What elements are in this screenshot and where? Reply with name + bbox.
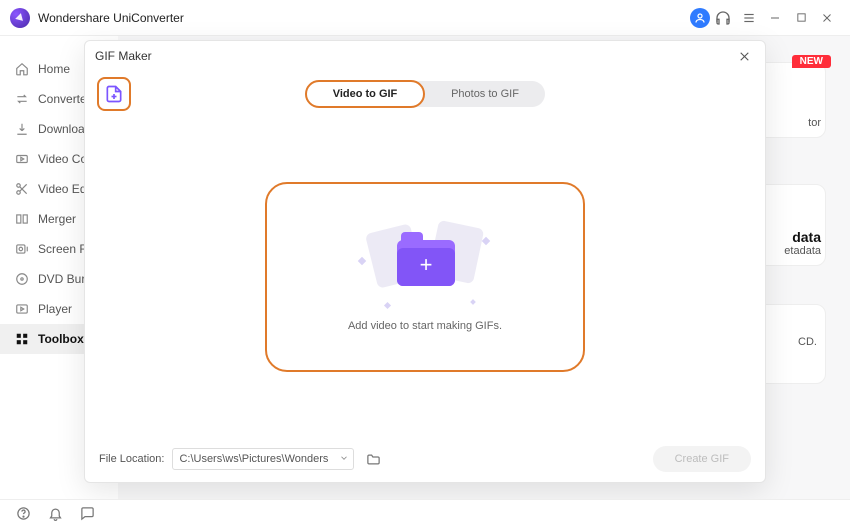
app-name: Wondershare UniConverter	[38, 11, 184, 25]
feedback-icon[interactable]	[78, 505, 96, 523]
sidebar-item-label: Player	[38, 302, 72, 316]
menu-icon[interactable]	[736, 5, 762, 31]
support-icon[interactable]	[710, 5, 736, 31]
chevron-down-icon	[339, 453, 349, 466]
browse-folder-button[interactable]	[362, 448, 384, 470]
background-card[interactable]: CD.	[756, 304, 826, 384]
add-file-button[interactable]	[97, 77, 131, 111]
notification-icon[interactable]	[46, 505, 64, 523]
file-location-value: C:\Users\ws\Pictures\Wonders	[179, 453, 328, 465]
card-title: data	[761, 229, 821, 245]
modal-title: GIF Maker	[95, 49, 152, 63]
file-location-select[interactable]: C:\Users\ws\Pictures\Wonders	[172, 448, 354, 470]
gif-maker-modal: GIF Maker Video to GIF Photos to GIF + A…	[84, 40, 766, 483]
app-logo-icon	[10, 8, 30, 28]
help-icon[interactable]	[14, 505, 32, 523]
file-location-label: File Location:	[99, 453, 164, 465]
background-card[interactable]: NEW tor	[756, 62, 826, 138]
card-subtitle: etadata	[761, 245, 821, 257]
sidebar-item-label: Converter	[38, 92, 91, 106]
card-text: CD.	[798, 336, 817, 348]
new-badge: NEW	[792, 55, 831, 68]
record-icon	[14, 241, 30, 257]
convert-icon	[14, 91, 30, 107]
home-icon	[14, 61, 30, 77]
download-icon	[14, 121, 30, 137]
scissors-icon	[14, 181, 30, 197]
merge-icon	[14, 211, 30, 227]
create-gif-button[interactable]: Create GIF	[653, 446, 751, 472]
disc-icon	[14, 271, 30, 287]
sidebar-item-label: Merger	[38, 212, 76, 226]
tab-photos-to-gif[interactable]: Photos to GIF	[425, 81, 545, 107]
dropzone-text: Add video to start making GIFs.	[348, 320, 502, 332]
window-minimize-icon[interactable]	[762, 5, 788, 31]
window-close-icon[interactable]	[814, 5, 840, 31]
compress-icon	[14, 151, 30, 167]
mode-segment: Video to GIF Photos to GIF	[305, 81, 545, 107]
dropzone[interactable]: + Add video to start making GIFs.	[265, 182, 585, 372]
window-maximize-icon[interactable]	[788, 5, 814, 31]
account-icon[interactable]	[690, 8, 710, 28]
toolbox-icon	[14, 331, 30, 347]
card-text: tor	[761, 117, 821, 129]
tab-video-to-gif[interactable]: Video to GIF	[305, 80, 425, 108]
sidebar-item-label: Toolbox	[38, 332, 84, 346]
sidebar-item-label: Home	[38, 62, 70, 76]
status-bar	[0, 499, 850, 527]
titlebar: Wondershare UniConverter	[0, 0, 850, 36]
add-folder-icon: +	[365, 222, 485, 302]
play-icon	[14, 301, 30, 317]
background-card[interactable]: data etadata	[756, 184, 826, 266]
modal-close-button[interactable]	[733, 45, 755, 67]
